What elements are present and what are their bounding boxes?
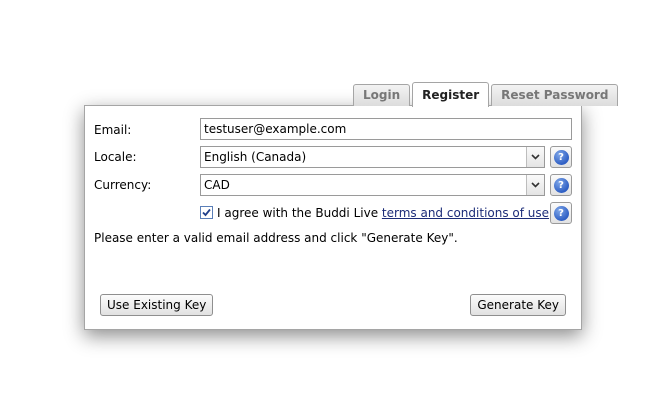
chevron-down-icon [531,182,540,188]
terms-link[interactable]: terms and conditions of use [382,206,549,220]
agree-text: I agree with the Buddi Live terms and co… [217,206,549,220]
register-panel: Email: Locale: English (Canada) ? Curren… [84,105,582,330]
help-icon: ? [553,177,569,193]
tab-bar: Login Register Reset Password [353,82,620,107]
email-label: Email: [94,123,132,137]
tab-reset-password[interactable]: Reset Password [491,84,619,106]
generate-key-button[interactable]: Generate Key [470,294,566,316]
locale-value: English (Canada) [204,150,307,164]
locale-label: Locale: [94,150,137,164]
currency-help-button[interactable]: ? [550,174,572,196]
locale-dropdown-button[interactable] [526,147,544,167]
tab-register[interactable]: Register [412,82,490,107]
locale-select[interactable]: English (Canada) [200,146,545,168]
chevron-down-icon [531,154,540,160]
terms-help-button[interactable]: ? [550,202,572,224]
use-existing-key-button[interactable]: Use Existing Key [100,294,214,316]
help-icon: ? [553,149,569,165]
help-icon: ? [553,205,569,221]
currency-value: CAD [204,178,230,192]
tab-login[interactable]: Login [353,84,411,106]
check-icon [202,208,211,217]
agree-prefix: I agree with the Buddi Live [217,206,382,220]
currency-label: Currency: [94,178,152,192]
locale-help-button[interactable]: ? [550,146,572,168]
status-message: Please enter a valid email address and c… [94,231,458,245]
email-input[interactable] [200,118,572,140]
currency-dropdown-button[interactable] [526,175,544,195]
currency-select[interactable]: CAD [200,174,545,196]
agree-checkbox[interactable] [200,206,213,219]
